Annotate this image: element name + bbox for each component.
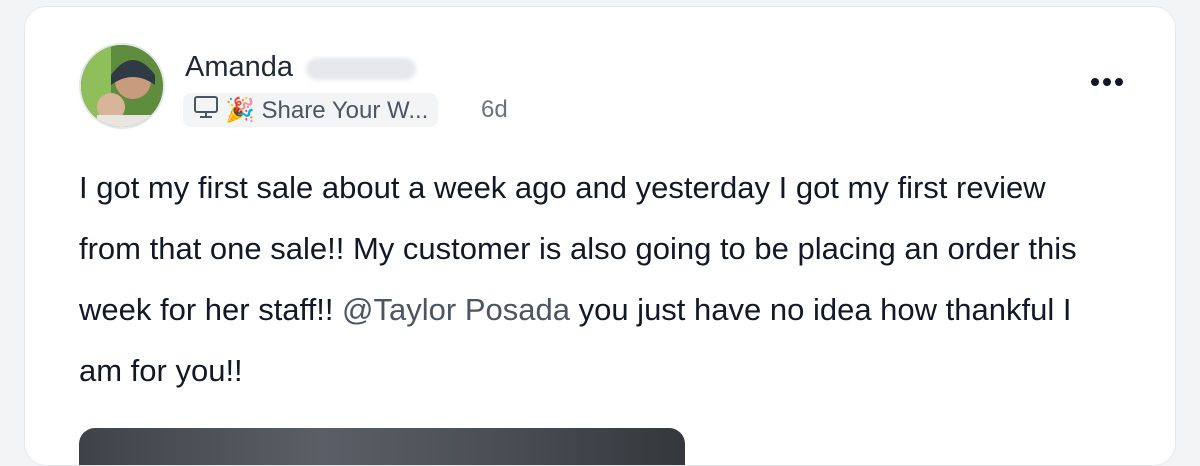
redacted-surname <box>306 58 416 80</box>
post-card: Amanda 🎉 Share Your W... 6d I got my fir… <box>24 6 1176 466</box>
monitor-icon <box>193 95 219 126</box>
author-name[interactable]: Amanda <box>185 51 293 84</box>
more-horizontal-icon <box>1091 78 1123 86</box>
space-chip[interactable]: 🎉 Share Your W... <box>183 93 439 127</box>
avatar-image <box>81 45 163 127</box>
post-body: I got my first sale about a week ago and… <box>79 157 1109 401</box>
author-avatar[interactable] <box>79 43 165 129</box>
post-timestamp[interactable]: 6d <box>481 96 508 124</box>
post-image[interactable] <box>79 428 685 465</box>
space-name: 🎉 Share Your W... <box>225 96 429 124</box>
mention-link[interactable]: @Taylor Posada <box>342 292 570 327</box>
more-options-button[interactable] <box>1085 67 1129 97</box>
